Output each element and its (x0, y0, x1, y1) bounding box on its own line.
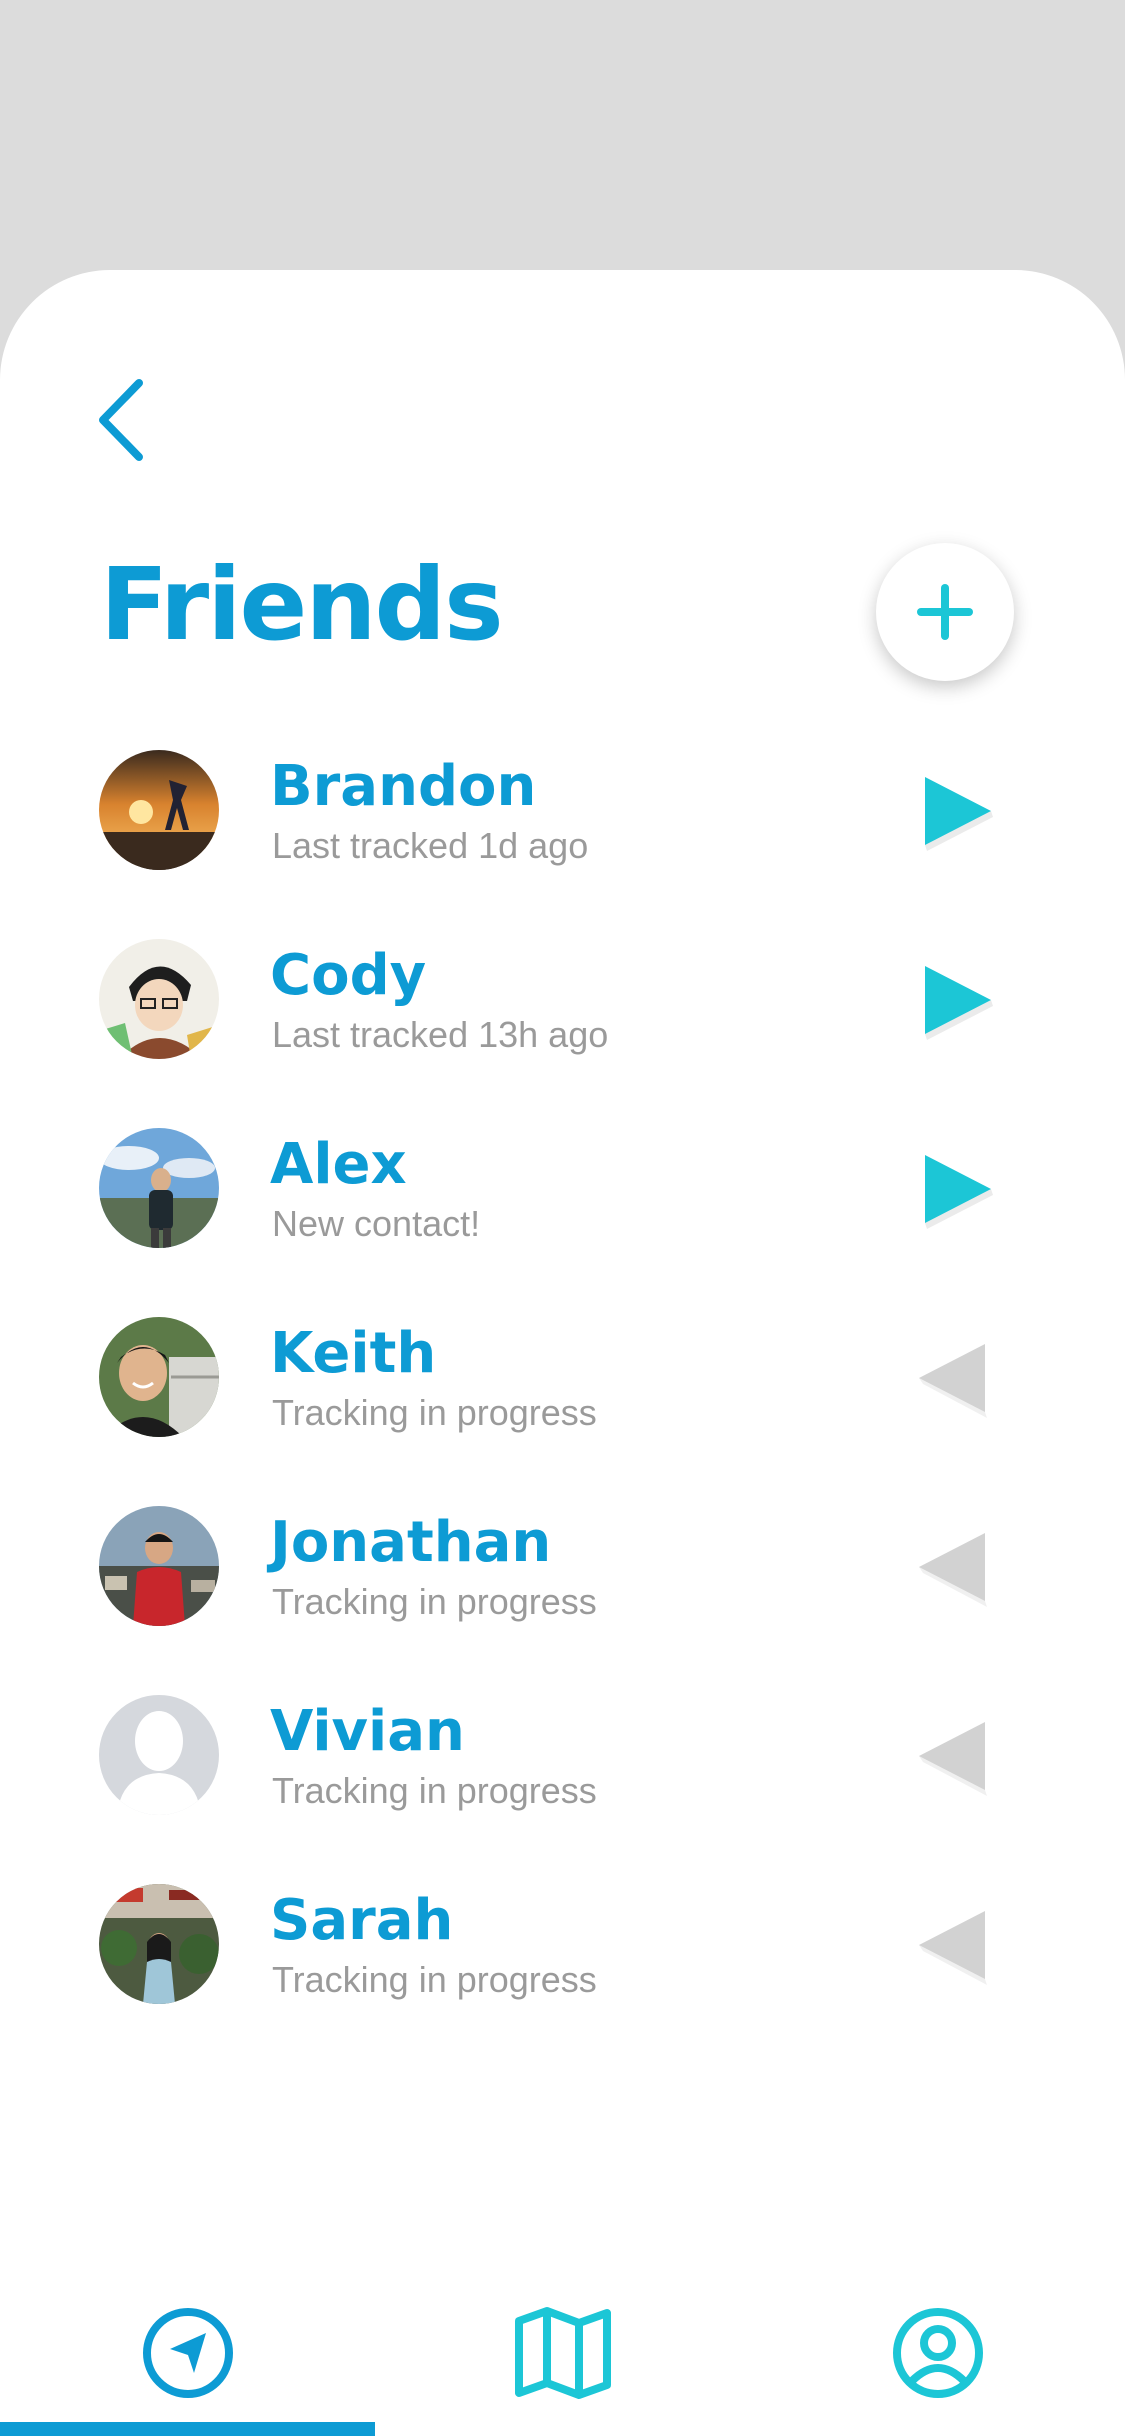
friend-name: Brandon (270, 754, 537, 819)
friend-row-vivian[interactable]: Vivian Tracking in progress (0, 1683, 1125, 1872)
track-button[interactable] (910, 1900, 1000, 1990)
track-button[interactable] (910, 1522, 1000, 1612)
bottom-tab-bar (0, 2270, 1125, 2436)
friend-row-jonathan[interactable]: Jonathan Tracking in progress (0, 1494, 1125, 1683)
user-circle-icon (892, 2308, 983, 2398)
friend-row-sarah[interactable]: Sarah Tracking in progress (0, 1872, 1125, 2061)
play-right-icon (925, 1155, 993, 1229)
back-button[interactable] (80, 370, 170, 470)
avatar (99, 1695, 219, 1815)
selected-tab-indicator (0, 2422, 375, 2436)
friend-name: Keith (270, 1321, 437, 1386)
play-right-icon (925, 777, 993, 851)
friend-name: Alex (270, 1132, 407, 1197)
friend-status: Tracking in progress (272, 1959, 597, 2000)
map-icon (514, 2307, 611, 2399)
avatar (99, 1317, 219, 1437)
tab-navigate[interactable] (0, 2270, 375, 2436)
track-button[interactable] (910, 766, 1000, 856)
tab-map[interactable] (375, 2270, 750, 2436)
navigation-arrow-icon (142, 2308, 233, 2398)
track-button[interactable] (910, 1711, 1000, 1801)
friend-name: Vivian (270, 1699, 465, 1764)
friend-status: New contact! (272, 1203, 481, 1244)
play-right-icon (925, 966, 993, 1040)
avatar (99, 1128, 219, 1248)
friend-status: Last tracked 13h ago (272, 1014, 609, 1055)
avatar (99, 939, 219, 1059)
friend-row-brandon[interactable]: Brandon Last tracked 1d ago (0, 738, 1125, 927)
friend-status: Last tracked 1d ago (272, 825, 589, 866)
friend-status: Tracking in progress (272, 1770, 597, 1811)
friend-row-keith[interactable]: Keith Tracking in progress (0, 1305, 1125, 1494)
friend-status: Tracking in progress (272, 1581, 597, 1622)
play-left-icon (919, 1344, 987, 1418)
friend-row-alex[interactable]: Alex New contact! (0, 1116, 1125, 1305)
add-friend-button[interactable] (876, 543, 1014, 681)
track-button[interactable] (910, 955, 1000, 1045)
page-title: Friends (100, 546, 504, 663)
tab-profile[interactable] (750, 2270, 1125, 2436)
friend-name: Sarah (270, 1888, 454, 1953)
friend-status: Tracking in progress (272, 1392, 597, 1433)
friend-list: Brandon Last tracked 1d ago Cody Last tr (0, 738, 1125, 2061)
avatar (99, 1506, 219, 1626)
avatar (99, 750, 219, 870)
play-left-icon (919, 1722, 987, 1796)
avatar (99, 1884, 219, 2004)
friend-name: Jonathan (270, 1510, 552, 1575)
plus-icon (917, 584, 973, 640)
friend-row-cody[interactable]: Cody Last tracked 13h ago (0, 927, 1125, 1116)
play-left-icon (919, 1911, 987, 1985)
friend-name: Cody (270, 943, 427, 1008)
play-left-icon (919, 1533, 987, 1607)
chevron-left-icon (99, 379, 143, 461)
track-button[interactable] (910, 1144, 1000, 1234)
track-button[interactable] (910, 1333, 1000, 1423)
